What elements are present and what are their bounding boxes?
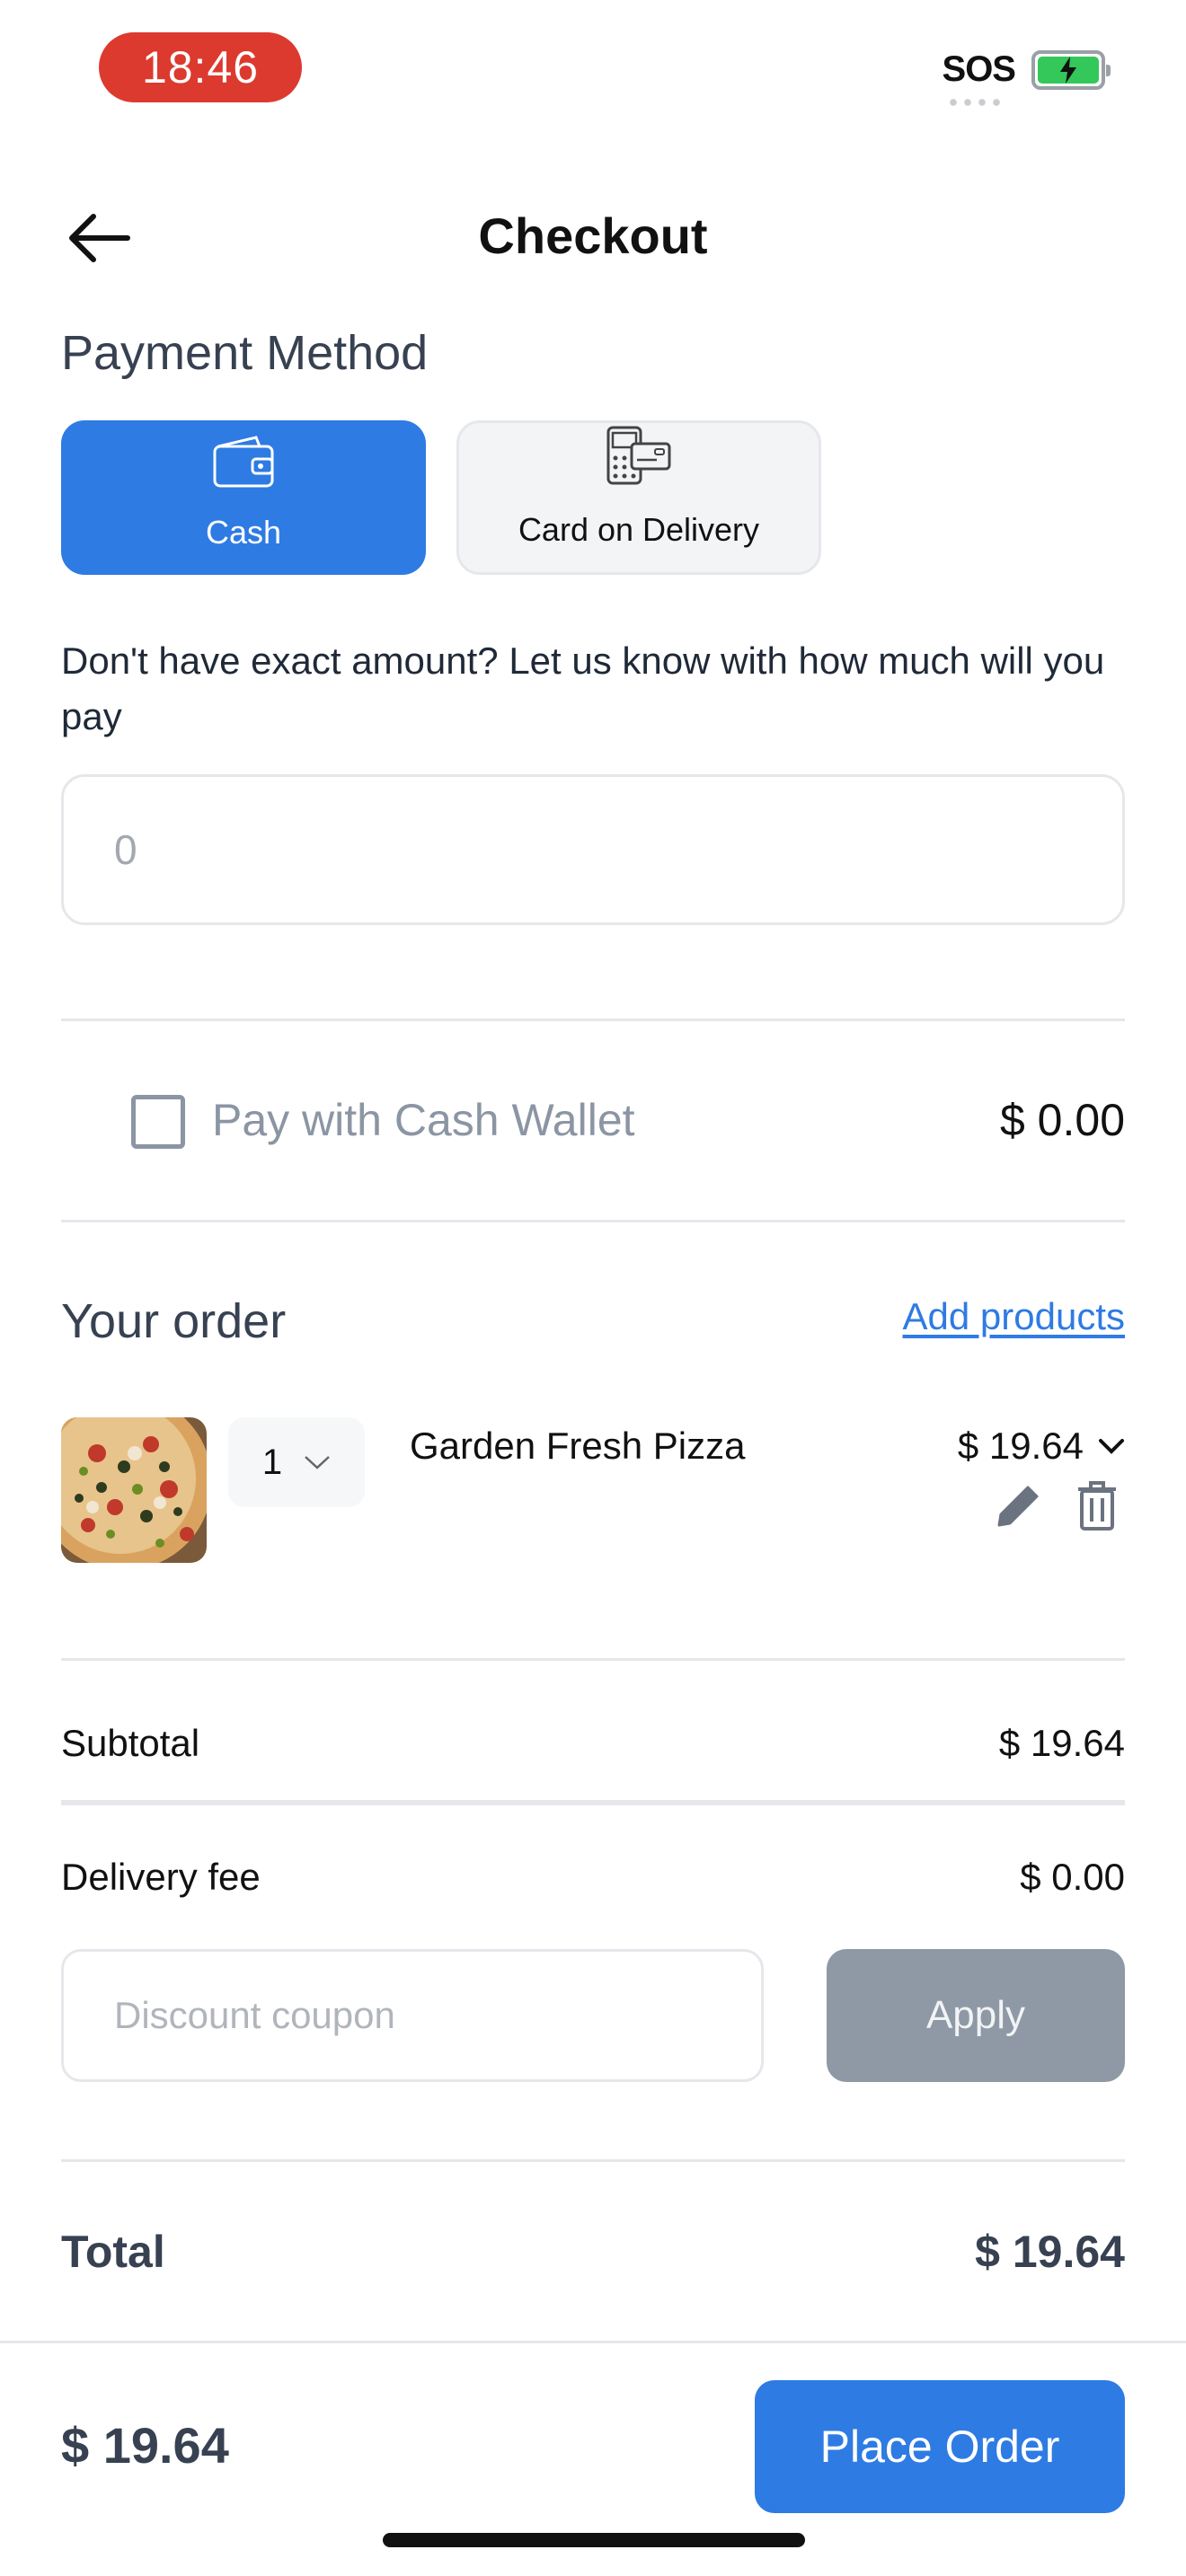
delivery-fee-label: Delivery fee xyxy=(61,1856,261,1898)
divider xyxy=(61,1800,1125,1805)
charging-battery-icon xyxy=(1031,49,1111,90)
chevron-down-icon xyxy=(1099,1439,1124,1454)
chevron-down-icon xyxy=(305,1456,330,1469)
discount-coupon-input[interactable] xyxy=(61,1949,764,2082)
payment-method-title: Payment Method xyxy=(61,326,429,380)
divider xyxy=(61,1658,1125,1661)
divider xyxy=(61,1220,1125,1222)
item-price: $ 19.64 xyxy=(957,1425,1084,1467)
cash-wallet-amount: $ 0.00 xyxy=(999,1095,1125,1145)
delivery-fee-value: $ 0.00 xyxy=(1020,1856,1125,1898)
payment-option-card-on-delivery[interactable]: Card on Delivery xyxy=(456,420,821,575)
page-title: Checkout xyxy=(478,207,708,264)
item-name: Garden Fresh Pizza xyxy=(410,1425,746,1467)
total-label: Total xyxy=(61,2227,165,2277)
quantity-selector[interactable]: 1 xyxy=(228,1417,365,1507)
battery-level xyxy=(1038,56,1099,84)
your-order-title: Your order xyxy=(61,1294,287,1348)
pizza-thumbnail xyxy=(61,1417,207,1563)
divider xyxy=(61,1019,1125,1021)
total-value: $ 19.64 xyxy=(975,2227,1125,2277)
signal-dots-icon xyxy=(945,99,1004,106)
add-products-link[interactable]: Add products xyxy=(903,1295,1126,1338)
cash-wallet-checkbox[interactable] xyxy=(131,1095,185,1149)
cash-wallet-label: Pay with Cash Wallet xyxy=(212,1095,635,1145)
sos-indicator: SOS xyxy=(942,49,1016,106)
bolt-icon xyxy=(1060,56,1076,84)
trash-icon[interactable] xyxy=(1075,1478,1120,1537)
item-price-toggle[interactable]: $ 19.64 xyxy=(958,1425,1125,1468)
place-order-button[interactable]: Place Order xyxy=(755,2380,1125,2513)
payment-option-label: Cash xyxy=(205,514,282,551)
home-indicator[interactable] xyxy=(383,2533,805,2547)
quantity-value: 1 xyxy=(261,1442,283,1482)
exact-amount-hint: Don't have exact amount? Let us know wit… xyxy=(61,640,1105,737)
footer-total: $ 19.64 xyxy=(61,2417,229,2474)
subtotal-value: $ 19.64 xyxy=(998,1722,1125,1764)
divider xyxy=(61,2159,1125,2162)
payment-option-label: Card on Delivery xyxy=(518,511,760,548)
status-time: 18:46 xyxy=(99,32,302,102)
payment-option-cash[interactable]: Cash xyxy=(61,420,426,575)
subtotal-label: Subtotal xyxy=(61,1722,200,1764)
apply-coupon-button[interactable]: Apply xyxy=(827,1949,1125,2082)
pencil-icon[interactable] xyxy=(992,1478,1046,1537)
pay-amount-input[interactable] xyxy=(61,774,1125,925)
card-terminal-icon xyxy=(605,424,673,495)
wallet-icon xyxy=(211,434,276,498)
sos-label: SOS xyxy=(942,49,1016,89)
status-indicators: SOS xyxy=(942,49,1111,106)
